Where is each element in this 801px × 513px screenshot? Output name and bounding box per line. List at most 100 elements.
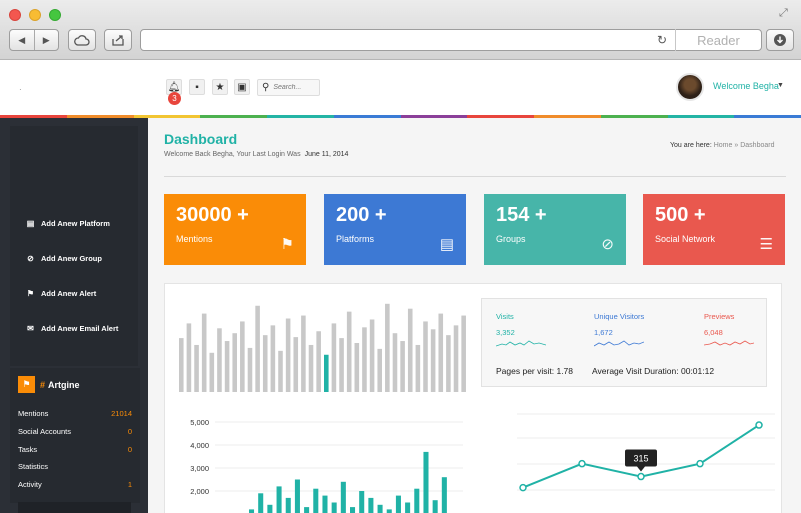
stat-row-statistics[interactable]: Statistics bbox=[18, 462, 132, 471]
share-button[interactable] bbox=[104, 29, 132, 51]
activity-bar bbox=[385, 303, 390, 392]
activity-bar bbox=[377, 348, 382, 392]
sidebar: ▤ Add Anew Platform ⊘ Add Anew Group ⚑ Add … bbox=[0, 118, 148, 513]
search-input[interactable] bbox=[273, 84, 318, 91]
activity-bar bbox=[293, 337, 299, 392]
activity-bar bbox=[247, 347, 253, 392]
activity-bar bbox=[423, 321, 428, 392]
activity-bar bbox=[407, 308, 413, 392]
download-icon bbox=[774, 34, 786, 46]
add-email-alert-button[interactable]: ✉ Add Anew Email Alert bbox=[18, 316, 131, 341]
activity-bar bbox=[430, 329, 436, 392]
back-icon[interactable]: ◀ bbox=[10, 35, 34, 46]
trend-point[interactable] bbox=[696, 459, 704, 468]
downloads-button[interactable] bbox=[766, 29, 794, 51]
activity-bar bbox=[217, 328, 222, 392]
activity-bar bbox=[446, 335, 451, 392]
stat-row-activity[interactable]: Activity 1 bbox=[18, 480, 132, 489]
y-tick-label: 5,000 bbox=[190, 418, 209, 427]
activity-bar bbox=[339, 338, 344, 392]
monthly-bar bbox=[322, 495, 328, 513]
activity-bar bbox=[209, 352, 215, 392]
add-alert-button[interactable]: ⚑ Add Anew Alert bbox=[18, 281, 131, 306]
trend-point[interactable] bbox=[637, 472, 645, 481]
flag-icon: ⚑ bbox=[280, 236, 294, 253]
activity-bar bbox=[362, 327, 367, 392]
address-bar[interactable]: ↻ Reader bbox=[140, 29, 762, 51]
activity-bar bbox=[346, 311, 352, 392]
forward-icon[interactable]: ▶ bbox=[35, 35, 59, 46]
welcome-user-link[interactable]: Welcome Begha bbox=[713, 81, 779, 91]
chevron-down-icon[interactable]: ▼ bbox=[777, 82, 784, 89]
monthly-bar bbox=[432, 500, 438, 513]
card-mentions[interactable]: 30000 + Mentions ⚑ bbox=[164, 194, 306, 265]
activity-bar bbox=[461, 315, 466, 392]
activity-bar bbox=[369, 319, 375, 392]
card-groups[interactable]: 154 + Groups ⊘ bbox=[484, 194, 626, 265]
browser-toolbar: ⤢ ◀ ▶ ↻ Reader bbox=[0, 0, 801, 60]
activity-bar bbox=[232, 333, 237, 392]
monthly-bar bbox=[294, 479, 300, 513]
reader-button[interactable]: Reader bbox=[675, 29, 761, 51]
unique-visitors-sparkline bbox=[593, 340, 645, 347]
trend-point[interactable] bbox=[578, 459, 586, 468]
monthly-bar bbox=[249, 509, 255, 513]
stat-row-social-accounts[interactable]: Social Accounts 0 bbox=[18, 427, 132, 436]
monthly-bar bbox=[267, 504, 273, 513]
activity-bar bbox=[278, 350, 283, 392]
monthly-bar bbox=[414, 488, 420, 513]
monthly-bar bbox=[285, 497, 291, 513]
activity-bar bbox=[316, 331, 321, 392]
sidebar-bottom-panel bbox=[18, 502, 131, 513]
card-social-network[interactable]: 500 + Social Network ☰ bbox=[643, 194, 785, 265]
breadcrumb: You are here: Home » Dashboard bbox=[670, 142, 775, 149]
briefcase-icon: ▣ bbox=[237, 81, 247, 93]
trend-point[interactable] bbox=[755, 421, 763, 429]
panel-header: ⚑ # Artgine bbox=[18, 376, 80, 393]
fullscreen-icon[interactable]: ⤢ bbox=[779, 7, 793, 21]
reload-icon[interactable]: ↻ bbox=[657, 33, 667, 47]
card-platforms[interactable]: 200 + Platforms ▤ bbox=[324, 194, 466, 265]
stat-row-tasks[interactable]: Tasks 0 bbox=[18, 445, 132, 454]
breadcrumb-current: Dashboard bbox=[740, 142, 775, 149]
minimize-window-button[interactable] bbox=[29, 9, 41, 21]
activity-bar bbox=[354, 343, 360, 392]
messages-button[interactable]: ▪ bbox=[189, 79, 205, 95]
monthly-bar bbox=[331, 502, 337, 513]
activity-bar bbox=[415, 344, 421, 392]
paperclip-icon: ⊘ bbox=[27, 254, 34, 263]
activity-bar bbox=[240, 321, 245, 392]
cloud-icon bbox=[74, 35, 90, 46]
favorites-button[interactable]: ★ bbox=[212, 79, 228, 95]
paperclip-icon: ⊘ bbox=[601, 236, 614, 253]
monthly-bar bbox=[258, 493, 264, 513]
visitor-stats-box: Visits 3,352 Unique Visitors 1,672 Previ… bbox=[481, 298, 767, 387]
add-group-button[interactable]: ⊘ Add Anew Group bbox=[18, 246, 131, 271]
activity-bar bbox=[331, 323, 337, 392]
trend-point[interactable] bbox=[519, 483, 527, 492]
monthly-bar bbox=[423, 451, 429, 513]
monthly-bar bbox=[304, 507, 310, 513]
chat-icon: ▪ bbox=[195, 81, 199, 93]
visits-stat: Visits 3,352 bbox=[495, 312, 547, 353]
breadcrumb-home-link[interactable]: Home bbox=[714, 142, 733, 149]
previews-stat: Previews 6,048 bbox=[703, 312, 755, 353]
activity-bar bbox=[186, 323, 192, 392]
add-platform-button[interactable]: ▤ Add Anew Platform bbox=[18, 211, 131, 236]
tasks-button[interactable]: ▣ bbox=[234, 79, 250, 95]
zoom-window-button[interactable] bbox=[49, 9, 61, 21]
logo: · bbox=[19, 85, 22, 94]
monthly-bar bbox=[395, 495, 401, 513]
activity-bar bbox=[438, 313, 444, 392]
average-visit-duration: Average Visit Duration: 00:01:12 bbox=[592, 366, 715, 376]
avatar[interactable] bbox=[676, 73, 704, 101]
monthly-bar bbox=[350, 507, 356, 513]
stat-row-mentions[interactable]: Mentions 21014 bbox=[18, 409, 132, 418]
artgine-panel: ⚑ # Artgine Mentions 21014 Social Account… bbox=[10, 368, 140, 503]
divider bbox=[164, 176, 786, 177]
search-icon: ⚲ bbox=[262, 82, 270, 93]
y-tick-label: 2,000 bbox=[190, 487, 209, 496]
close-window-button[interactable] bbox=[9, 9, 21, 21]
icloud-button[interactable] bbox=[68, 29, 96, 51]
activity-bar bbox=[324, 354, 329, 392]
